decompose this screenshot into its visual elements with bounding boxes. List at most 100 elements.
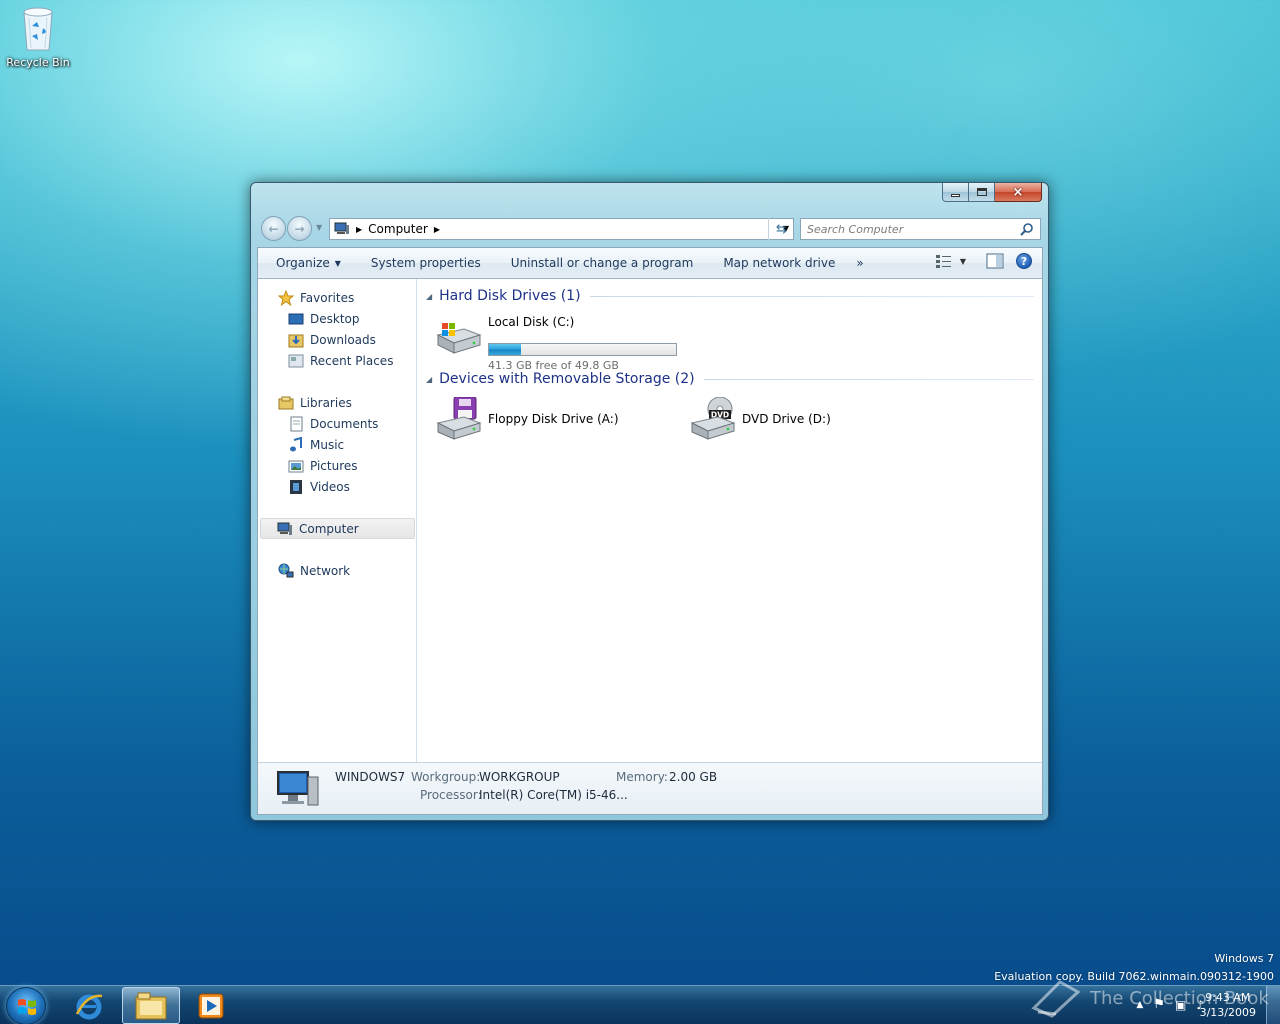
change-view-button[interactable]: ▼ bbox=[935, 254, 966, 268]
processor-value: Intel(R) Core(TM) i5-46... bbox=[479, 788, 628, 802]
nav-desktop[interactable]: Desktop bbox=[288, 308, 360, 329]
windows-logo-icon bbox=[18, 999, 36, 1015]
workgroup-label: Workgroup: bbox=[411, 770, 481, 784]
nav-videos-label: Videos bbox=[310, 479, 350, 494]
group-divider bbox=[703, 378, 1034, 380]
content-frame: Organize ▼ System properties Uninstall or… bbox=[257, 247, 1043, 815]
file-list: ◢ Hard Disk Drives (1) Local Disk (C:) 4… bbox=[418, 279, 1042, 762]
forward-button[interactable]: → bbox=[287, 216, 312, 241]
computer-icon bbox=[277, 521, 293, 537]
pictures-icon bbox=[288, 458, 304, 474]
drive-d-name: DVD Drive (D:) bbox=[742, 412, 831, 426]
drive-c-name: Local Disk (C:) bbox=[488, 315, 575, 329]
back-arrow-icon: ← bbox=[268, 221, 279, 236]
nav-computer[interactable]: Computer bbox=[260, 518, 415, 539]
computer-icon bbox=[334, 222, 350, 236]
nav-pictures[interactable]: Pictures bbox=[288, 455, 358, 476]
recycle-bin-label: Recycle Bin bbox=[6, 56, 70, 69]
memory-label: Memory: bbox=[616, 770, 668, 784]
start-button[interactable] bbox=[6, 987, 46, 1024]
maximize-icon bbox=[976, 188, 987, 196]
recycle-bin-desktop-icon[interactable]: Recycle Bin bbox=[4, 6, 72, 69]
refresh-icon: ⇆ bbox=[776, 221, 787, 237]
floppy-drive-icon bbox=[436, 397, 482, 440]
minimize-icon bbox=[951, 193, 960, 197]
preview-pane-icon[interactable] bbox=[986, 253, 1004, 269]
collection-book-watermark: The Collection Book bbox=[1030, 978, 1269, 1018]
uninstall-program-button[interactable]: Uninstall or change a program bbox=[496, 256, 709, 270]
search-input[interactable] bbox=[807, 222, 1017, 236]
breadcrumb-separator-icon[interactable]: ▶ bbox=[356, 225, 362, 234]
breadcrumb-separator-icon[interactable]: ▶ bbox=[434, 225, 440, 234]
nav-libraries-label: Libraries bbox=[300, 395, 352, 410]
details-pane: WINDOWS7 Workgroup: WORKGROUP Memory: 2.… bbox=[258, 762, 1042, 814]
nav-network-label: Network bbox=[300, 563, 351, 578]
toolbar-right: ▼ ? bbox=[935, 253, 1032, 269]
collapse-triangle-icon[interactable]: ◢ bbox=[426, 292, 432, 301]
desktop-icon bbox=[288, 311, 304, 327]
drive-floppy-a[interactable]: Floppy Disk Drive (A:) bbox=[434, 397, 674, 445]
taskbar-internet-explorer[interactable] bbox=[60, 987, 118, 1024]
nav-music[interactable]: Music bbox=[288, 434, 344, 455]
organize-menu[interactable]: Organize ▼ bbox=[258, 256, 356, 270]
hard-drive-icon bbox=[436, 323, 482, 354]
nav-music-label: Music bbox=[310, 437, 345, 452]
search-icon[interactable] bbox=[1020, 222, 1034, 236]
navigation-bar: ← → ▼ ▶ Computer ▶ ▼ ⇆ bbox=[259, 215, 1042, 241]
internet-explorer-icon bbox=[75, 994, 103, 1019]
drive-dvd-d[interactable]: DVD DVD Drive (D:) bbox=[688, 397, 928, 445]
videos-icon bbox=[288, 479, 304, 495]
explorer-window: × ← → ▼ ▶ Computer ▶ ▼ ⇆ Organize ▼ Syste… bbox=[250, 182, 1049, 821]
map-network-drive-button[interactable]: Map network drive bbox=[708, 256, 850, 270]
close-button[interactable]: × bbox=[995, 183, 1042, 202]
book-logo-icon bbox=[1031, 980, 1081, 1018]
maximize-button[interactable] bbox=[969, 183, 995, 202]
help-icon[interactable]: ? bbox=[1016, 253, 1032, 269]
group-hard-disk-drives[interactable]: ◢ Hard Disk Drives (1) bbox=[426, 286, 1034, 306]
back-button[interactable]: ← bbox=[261, 216, 286, 241]
address-bar[interactable]: ▶ Computer ▶ ▼ bbox=[329, 218, 794, 240]
group-removable-storage-title: Devices with Removable Storage (2) bbox=[439, 371, 695, 387]
close-icon: × bbox=[1012, 184, 1024, 200]
taskbar-media-player[interactable] bbox=[182, 987, 240, 1024]
drive-local-disk-c[interactable]: Local Disk (C:) 41.3 GB free of 49.8 GB bbox=[434, 313, 694, 373]
watermark-product: Windows 7 bbox=[1214, 952, 1274, 965]
documents-icon bbox=[288, 416, 304, 432]
navigation-pane: Favorites Desktop Downloads Recent Place… bbox=[258, 279, 417, 762]
refresh-button[interactable]: ⇆ bbox=[768, 218, 794, 240]
group-removable-storage[interactable]: ◢ Devices with Removable Storage (2) bbox=[426, 369, 1034, 389]
views-icon bbox=[935, 255, 951, 268]
drive-a-name: Floppy Disk Drive (A:) bbox=[488, 412, 619, 426]
drive-c-usage-bar bbox=[488, 343, 677, 356]
system-properties-button[interactable]: System properties bbox=[356, 256, 496, 270]
nav-network[interactable]: Network bbox=[278, 560, 350, 581]
processor-label: Processor: bbox=[420, 788, 482, 802]
group-divider bbox=[589, 295, 1034, 297]
downloads-icon bbox=[288, 332, 304, 348]
music-icon bbox=[288, 436, 304, 453]
nav-downloads[interactable]: Downloads bbox=[288, 329, 376, 350]
media-player-icon bbox=[198, 993, 224, 1018]
nav-favorites[interactable]: Favorites bbox=[277, 287, 354, 308]
group-hard-disk-drives-title: Hard Disk Drives (1) bbox=[439, 288, 581, 304]
collection-book-text: The Collection Book bbox=[1090, 987, 1269, 1009]
nav-documents[interactable]: Documents bbox=[288, 413, 378, 434]
nav-pictures-label: Pictures bbox=[310, 458, 358, 473]
recent-pages-dropdown[interactable]: ▼ bbox=[316, 223, 322, 232]
nav-libraries[interactable]: Libraries bbox=[278, 392, 352, 413]
nav-videos[interactable]: Videos bbox=[288, 476, 350, 497]
nav-computer-label: Computer bbox=[299, 521, 359, 536]
command-bar: Organize ▼ System properties Uninstall or… bbox=[258, 248, 1042, 279]
chevron-down-icon: ▼ bbox=[334, 258, 341, 268]
more-commands-button[interactable]: » bbox=[850, 256, 878, 270]
nav-recent-places[interactable]: Recent Places bbox=[288, 350, 393, 371]
dvd-drive-icon: DVD bbox=[690, 397, 736, 440]
computer-large-icon bbox=[277, 771, 319, 806]
views-dropdown-icon[interactable]: ▼ bbox=[960, 257, 966, 266]
collapse-triangle-icon[interactable]: ◢ bbox=[426, 375, 432, 384]
windows-explorer-icon bbox=[135, 992, 167, 1019]
taskbar-windows-explorer[interactable] bbox=[122, 987, 180, 1024]
minimize-button[interactable] bbox=[942, 183, 969, 202]
breadcrumb-computer[interactable]: Computer bbox=[368, 222, 428, 236]
search-box[interactable] bbox=[800, 218, 1041, 240]
